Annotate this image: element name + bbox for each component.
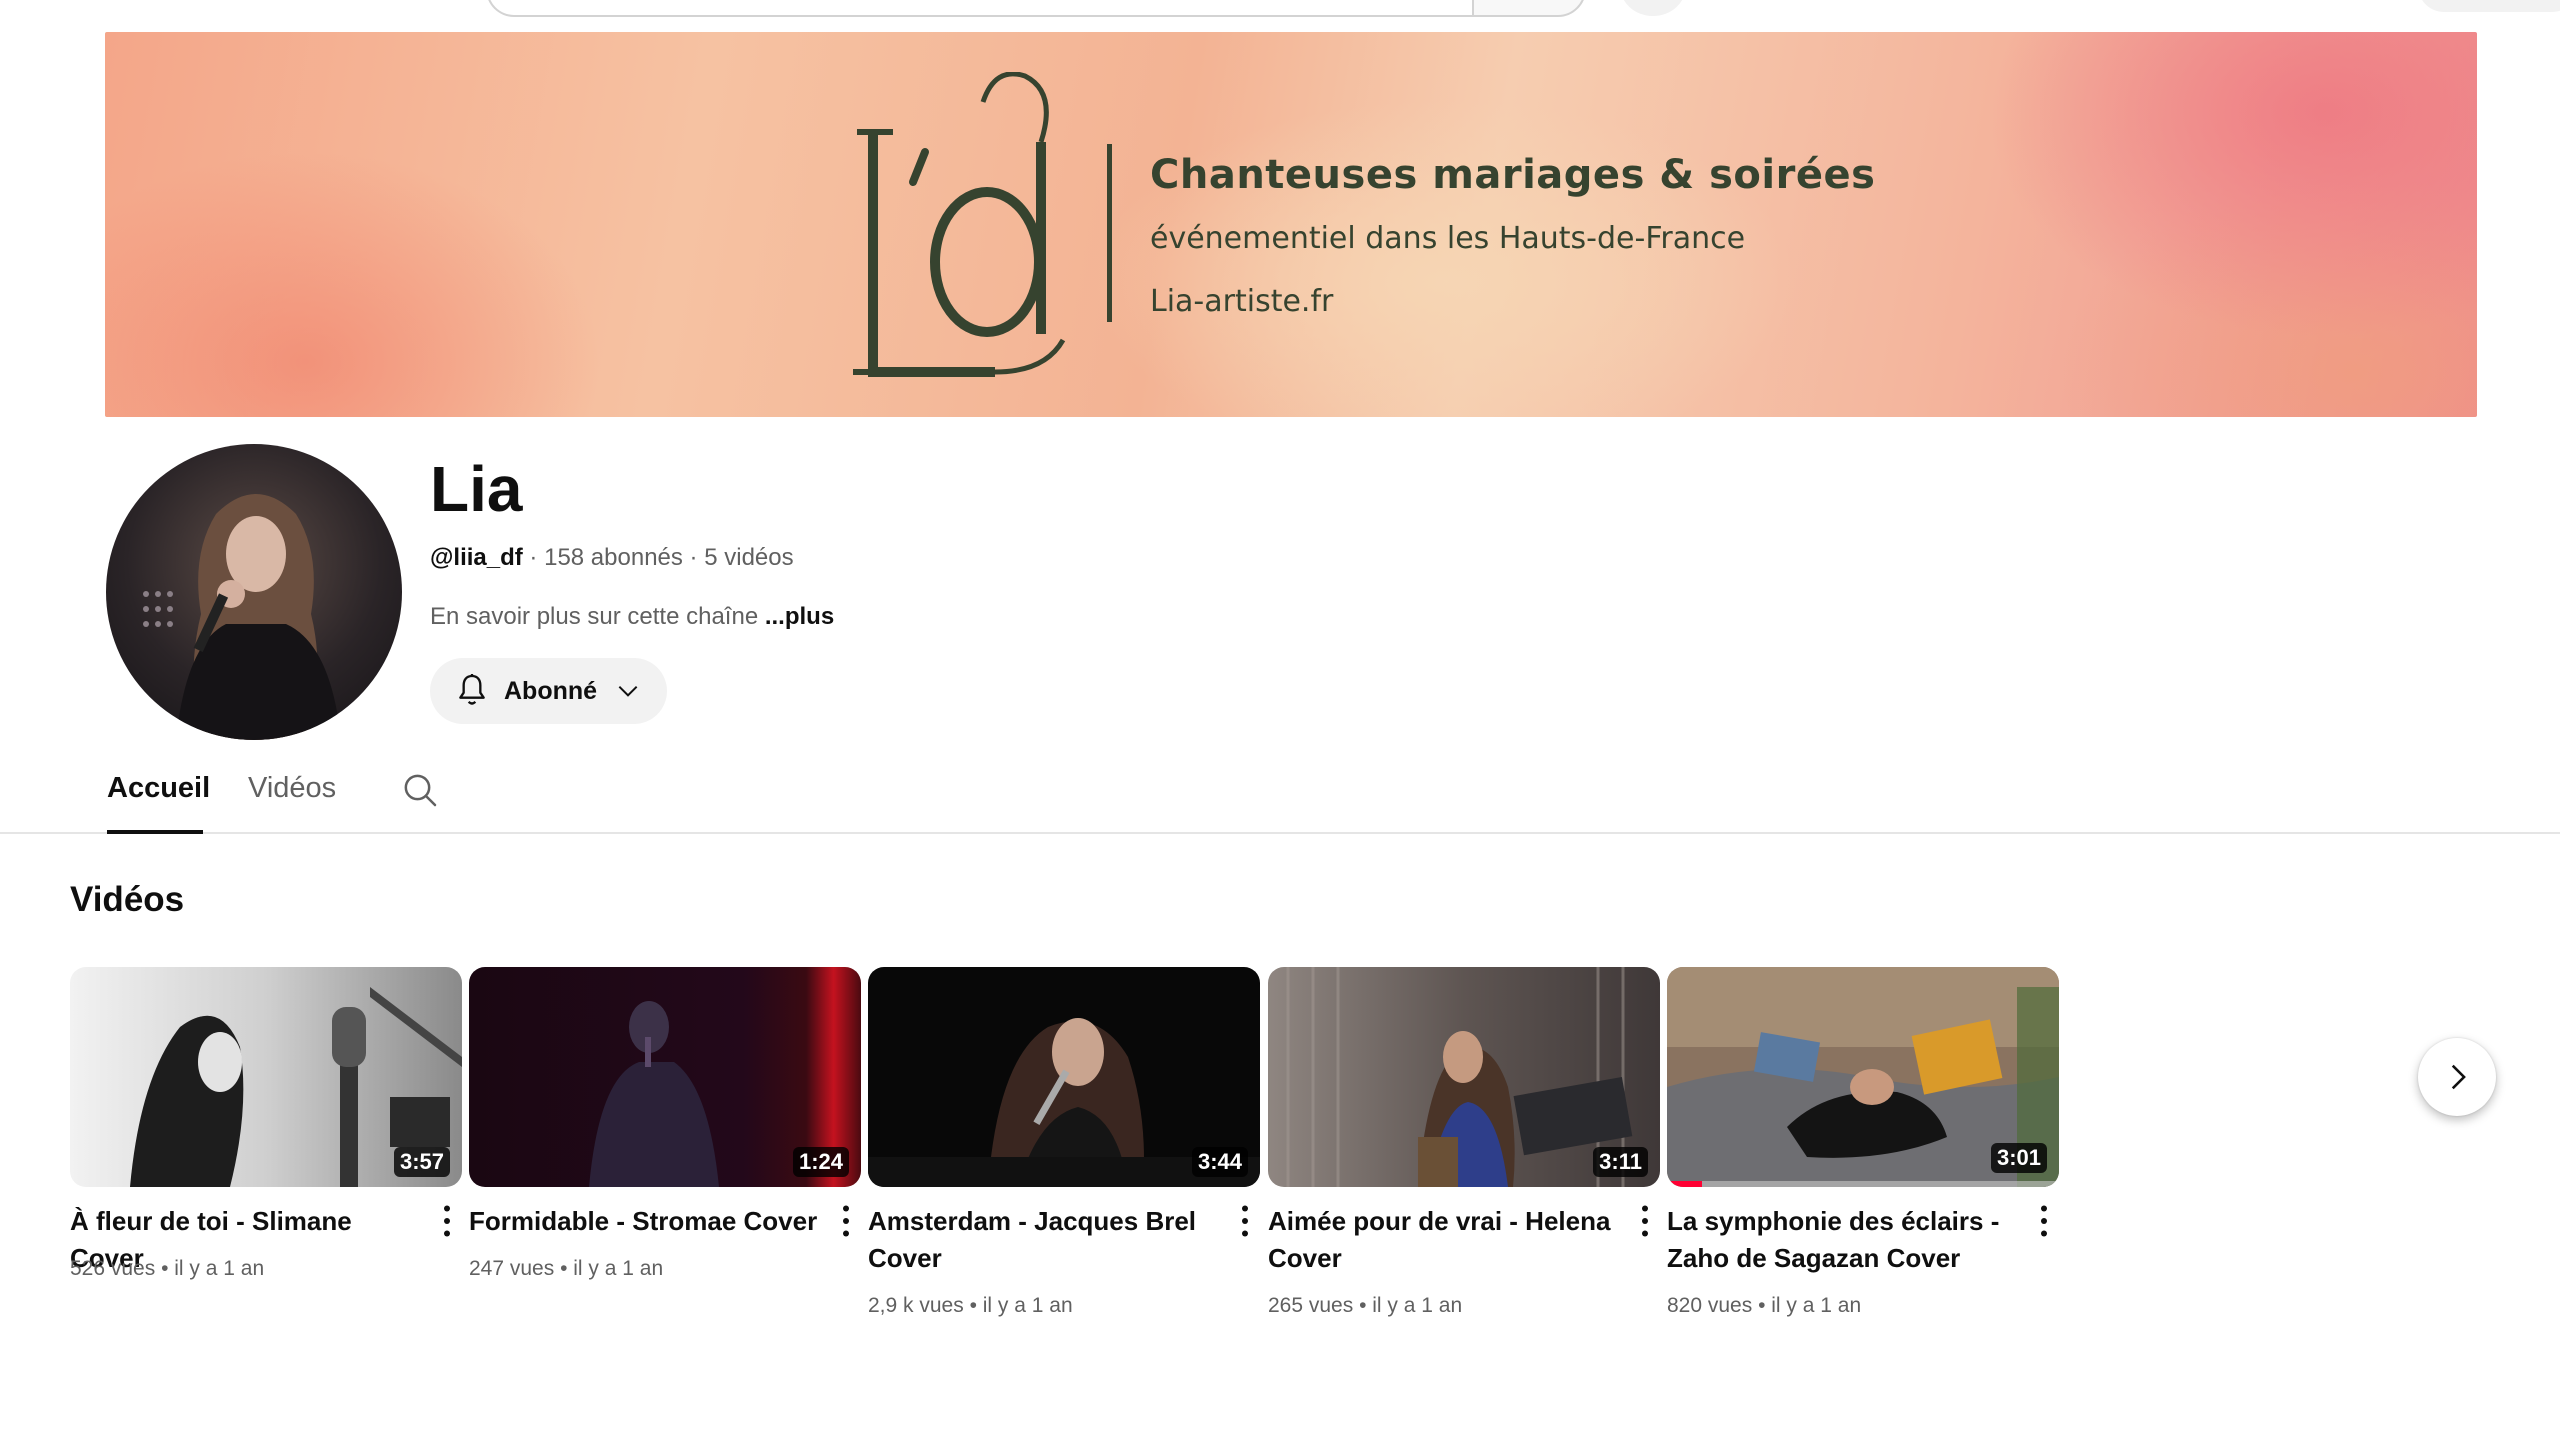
tab-videos[interactable]: Vidéos [248,772,336,805]
video-meta: 265 vues • il y a 1 an [1268,1294,1462,1318]
masthead-action-button[interactable] [2418,0,2560,12]
voice-search-button[interactable] [1620,0,1686,16]
video-meta: 2,9 k vues • il y a 1 an [868,1294,1073,1318]
banner-title: Chanteuses mariages & soirées [1150,152,1876,198]
channel-name: Lia [430,453,523,525]
watch-progress [1667,1181,1703,1187]
search-button[interactable] [1472,0,1586,17]
more-vert-icon[interactable] [1230,1201,1260,1241]
video-title[interactable]: Formidable - Stromae Cover [469,1203,821,1240]
view-count: 2,9 k vues [868,1294,964,1317]
upload-age: il y a 1 an [573,1257,664,1280]
banner-url: Lia-artiste.fr [1150,284,1334,319]
video-card[interactable]: 1:24 Formidable - Stromae Cover 247 vues… [469,967,861,1280]
video-thumbnail[interactable]: 3:01 [1667,967,2059,1187]
view-count: 247 vues [469,1257,555,1280]
search-icon[interactable] [400,770,440,810]
chevron-right-icon [2451,1064,2466,1090]
video-card[interactable]: 3:44 Amsterdam - Jacques Brel Cover 2,9 … [868,967,1260,1317]
active-tab-indicator [107,830,203,834]
meta-separator: • [1353,1294,1373,1317]
video-title[interactable]: Amsterdam - Jacques Brel Cover [868,1203,1220,1277]
meta-separator: · [522,544,545,571]
video-duration: 3:01 [1990,1143,2047,1173]
more-vert-icon[interactable] [432,1201,462,1241]
section-title: Vidéos [70,880,185,919]
banner-subtitle: événementiel dans les Hauts-de-France [1150,221,1746,256]
subscriber-count: 158 abonnés [544,544,683,571]
meta-separator: · [682,544,705,571]
meta-separator: • [155,1257,175,1280]
more-link[interactable]: ...plus [765,603,834,630]
search-input[interactable] [486,0,1474,17]
video-duration: 3:57 [393,1147,450,1177]
view-count: 265 vues [1268,1294,1354,1317]
meta-separator: • [963,1294,983,1317]
channel-banner: Chanteuses mariages & soirées événementi… [105,32,2477,417]
chevron-down-icon [618,685,638,697]
more-vert-icon[interactable] [831,1201,861,1241]
video-count: 5 vidéos [704,544,794,571]
upload-age: il y a 1 an [1771,1294,1862,1317]
video-card[interactable]: 3:11 Aimée pour de vrai - Helena Cover 2… [1268,967,1660,1317]
masthead [0,0,2560,32]
tab-home[interactable]: Accueil [107,772,210,805]
video-thumbnail[interactable]: 3:44 [868,967,1260,1187]
meta-separator: • [554,1257,574,1280]
lia-logo [853,72,1066,377]
more-vert-icon[interactable] [1630,1201,1660,1241]
upload-age: il y a 1 an [1372,1294,1463,1317]
view-count: 820 vues [1667,1294,1753,1317]
video-card[interactable]: 3:57 À fleur de toi - Slimane Cover 526 … [70,967,462,1280]
subscribed-button[interactable]: Abonné [430,658,667,724]
video-duration: 3:11 [1593,1147,1648,1177]
channel-meta: @liia_df · 158 abonnés · 5 vidéos [430,544,794,572]
video-duration: 1:24 [792,1147,849,1177]
video-thumbnail[interactable]: 1:24 [469,967,861,1187]
channel-description[interactable]: En savoir plus sur cette chaîne ...plus [430,603,834,631]
channel-avatar[interactable] [106,444,402,740]
meta-separator: • [1752,1294,1772,1317]
video-card[interactable]: 3:01 La symphonie des éclairs - Zaho de … [1667,967,2059,1317]
video-thumbnail[interactable]: 3:57 [70,967,462,1187]
subscribed-label: Abonné [504,676,598,705]
upload-age: il y a 1 an [982,1294,1073,1317]
video-meta: 526 vues • il y a 1 an [70,1257,264,1281]
upload-age: il y a 1 an [174,1257,265,1280]
video-thumbnail[interactable]: 3:11 [1268,967,1660,1187]
video-meta: 820 vues • il y a 1 an [1667,1294,1861,1318]
video-title[interactable]: Aimée pour de vrai - Helena Cover [1268,1203,1620,1277]
avatar-image [143,494,341,740]
description-text: En savoir plus sur cette chaîne [430,603,759,630]
video-duration: 3:44 [1191,1147,1248,1177]
video-title[interactable]: La symphonie des éclairs - Zaho de Sagaz… [1667,1203,2019,1277]
bell-icon [459,674,485,705]
banner-divider [1107,144,1112,322]
next-button[interactable] [2418,1038,2496,1116]
more-vert-icon[interactable] [2029,1201,2059,1241]
video-meta: 247 vues • il y a 1 an [469,1257,663,1281]
channel-handle[interactable]: @liia_df [430,544,523,571]
channel-tabs: Accueil Vidéos [0,760,2560,834]
view-count: 526 vues [70,1257,156,1280]
watch-progress-track [1667,1181,2059,1187]
